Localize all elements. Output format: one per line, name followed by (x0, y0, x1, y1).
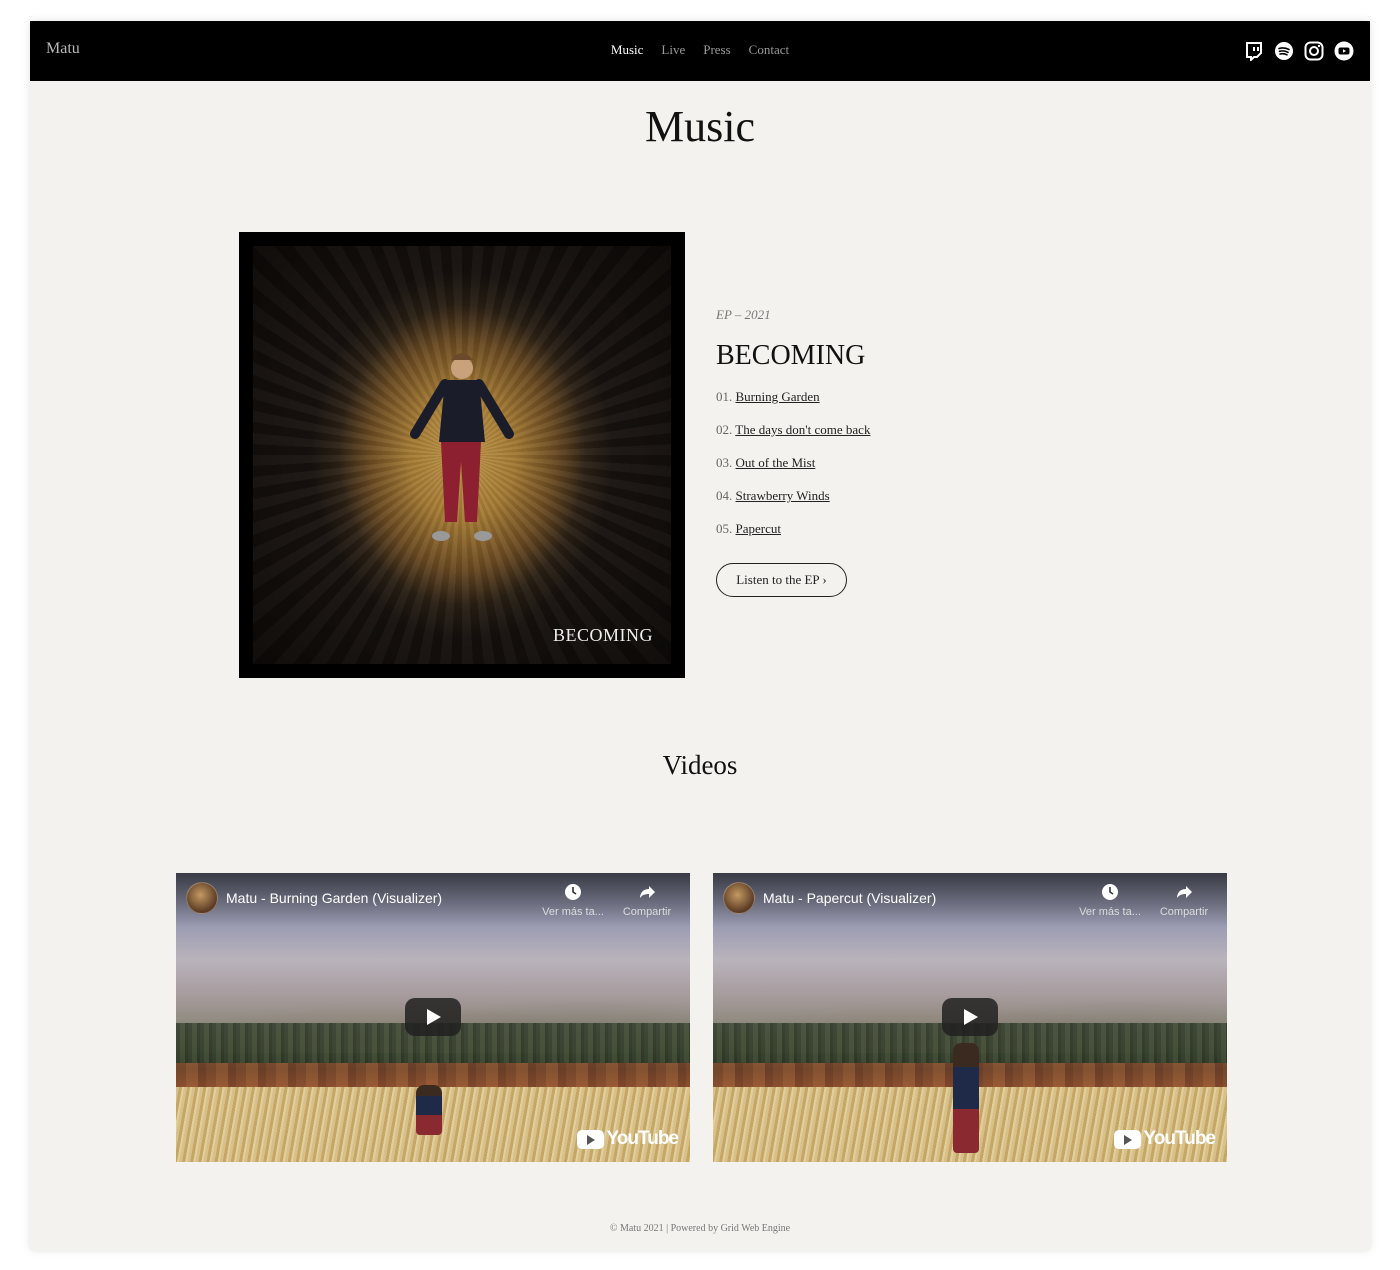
track-link[interactable]: Papercut (736, 521, 781, 536)
footer-text: © Matu 2021 | Powered by Grid Web Engine (609, 1223, 791, 1234)
cover-figure (410, 353, 514, 541)
play-button[interactable] (405, 998, 461, 1036)
share-icon (1177, 886, 1192, 898)
track-link[interactable]: Strawberry Winds (736, 488, 830, 503)
track-link[interactable]: The days don't come back (735, 422, 870, 437)
video-player-papercut[interactable]: Matu - Papercut (Visualizer) Ver más ta.… (713, 873, 1227, 1162)
release-title: BECOMING (716, 340, 866, 371)
track-list: 01. Burning Garden 02. The days don't co… (716, 389, 870, 554)
clock-icon (1102, 884, 1118, 900)
share-button[interactable]: Compartir (1149, 883, 1219, 918)
instagram-icon[interactable] (1304, 41, 1324, 61)
track-item: 05. Papercut (716, 521, 781, 536)
spotify-icon[interactable] (1274, 41, 1294, 61)
play-button[interactable] (942, 998, 998, 1036)
youtube-icon[interactable] (1334, 41, 1354, 61)
video-player-burning-garden[interactable]: Matu - Burning Garden (Visualizer) Ver m… (176, 873, 690, 1162)
nav-item-press[interactable]: Press (703, 42, 730, 58)
page-frame: Matu Music Live Press Contact Music BECO… (30, 21, 1370, 1250)
top-navbar: Matu Music Live Press Contact (30, 21, 1370, 81)
listen-ep-button[interactable]: Listen to the EP › (716, 563, 847, 597)
youtube-play-icon (1113, 1129, 1141, 1149)
track-item: 03. Out of the Mist (716, 455, 816, 470)
watch-later-button[interactable]: Ver más ta... (1075, 883, 1145, 918)
share-button[interactable]: Compartir (612, 883, 682, 918)
video-thumbnail-figure (416, 1085, 442, 1135)
watch-later-button[interactable]: Ver más ta... (538, 883, 608, 918)
nav-item-contact[interactable]: Contact (749, 42, 789, 58)
clock-icon (565, 884, 581, 900)
video-thumbnail-figure (953, 1043, 979, 1153)
track-item: 01. Burning Garden (716, 389, 820, 404)
cover-title: BECOMING (552, 625, 653, 645)
channel-avatar[interactable] (723, 882, 755, 914)
youtube-play-icon (576, 1129, 604, 1149)
twitch-icon[interactable] (1244, 41, 1264, 63)
share-icon (640, 886, 655, 898)
track-link[interactable]: Out of the Mist (736, 455, 816, 470)
nav-item-live[interactable]: Live (661, 42, 685, 58)
nav-item-music[interactable]: Music (611, 42, 644, 58)
track-item: 02. The days don't come back (716, 422, 871, 437)
social-links (1244, 41, 1354, 63)
track-item: 04. Strawberry Winds (716, 488, 830, 503)
channel-avatar[interactable] (186, 882, 218, 914)
youtube-logo[interactable]: YouTube (1113, 1128, 1216, 1150)
track-link[interactable]: Burning Garden (736, 389, 820, 404)
album-artwork: BECOMING (253, 246, 671, 664)
release-meta: EP – 2021 (716, 307, 771, 322)
album-cover: BECOMING (239, 232, 685, 678)
main-menu: Music Live Press Contact (30, 42, 1370, 58)
video-title[interactable]: Matu - Papercut (Visualizer) (763, 890, 936, 906)
youtube-logo[interactable]: YouTube (576, 1128, 679, 1150)
page-title: Music (645, 102, 755, 151)
videos-heading: Videos (662, 750, 738, 780)
video-title[interactable]: Matu - Burning Garden (Visualizer) (226, 890, 442, 906)
